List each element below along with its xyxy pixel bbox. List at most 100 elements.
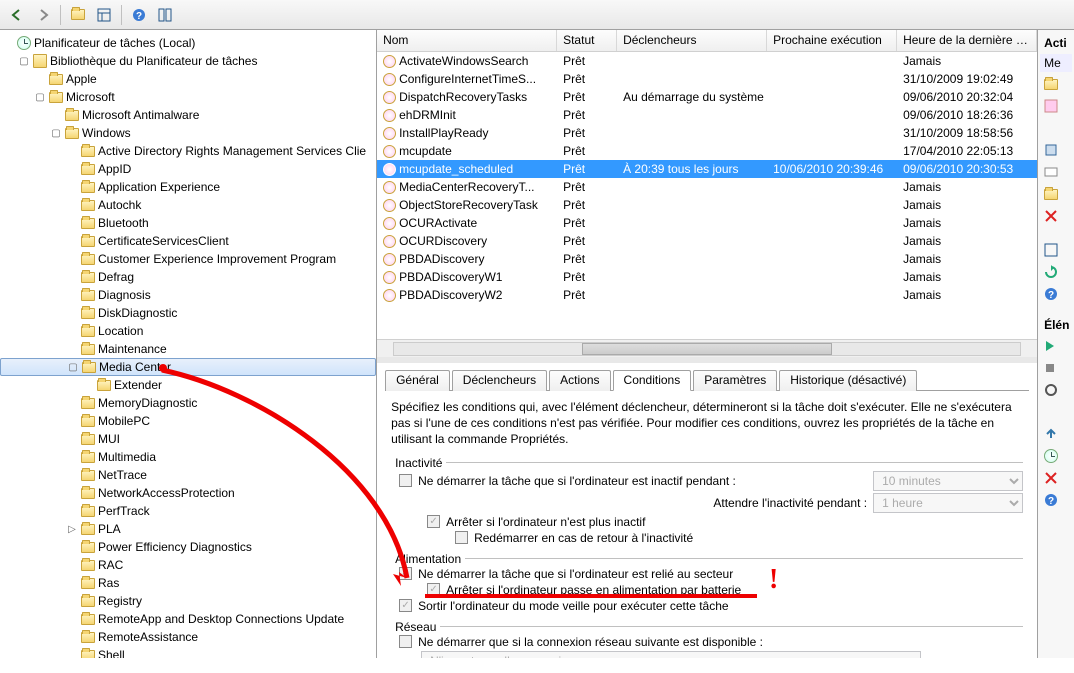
task-status: Prêt	[557, 125, 617, 141]
task-row[interactable]: InstallPlayReady Prêt 31/10/2009 18:58:5…	[377, 124, 1037, 142]
tree-item[interactable]: NetTrace	[0, 466, 376, 484]
tree-item[interactable]: Planificateur de tâches (Local)	[0, 34, 376, 52]
tree-item[interactable]: Apple	[0, 70, 376, 88]
help-button[interactable]: ?	[128, 4, 150, 26]
action-end[interactable]	[1040, 358, 1068, 378]
tree-item[interactable]: ▢ Media Center	[0, 358, 376, 376]
tree-item[interactable]: Ras	[0, 574, 376, 592]
action-export[interactable]	[1040, 424, 1068, 444]
action-disable[interactable]	[1040, 380, 1068, 400]
tree-item[interactable]: ▢ Microsoft	[0, 88, 376, 106]
checkbox-power-battery[interactable]	[427, 583, 440, 596]
tree-toggle[interactable]: ▷	[66, 524, 78, 535]
action-properties[interactable]	[1040, 446, 1068, 466]
tree-item[interactable]: Extender	[0, 376, 376, 394]
col-status[interactable]: Statut	[557, 30, 617, 51]
tree-item[interactable]: Defrag	[0, 268, 376, 286]
tree-pane[interactable]: Planificateur de tâches (Local) ▢ Biblio…	[0, 30, 377, 658]
tree-toggle[interactable]: ▢	[50, 128, 62, 139]
task-row[interactable]: ObjectStoreRecoveryTask Prêt Jamais	[377, 196, 1037, 214]
task-row[interactable]: PBDADiscoveryW2 Prêt Jamais	[377, 286, 1037, 304]
action-new-folder[interactable]	[1040, 184, 1068, 204]
tree-item[interactable]: MobilePC	[0, 412, 376, 430]
checkbox-power-ac[interactable]	[399, 567, 412, 580]
action-create[interactable]	[1040, 96, 1068, 116]
conditions-intro: Spécifiez les conditions qui, avec l'élé…	[391, 399, 1023, 448]
tree-item[interactable]: Application Experience	[0, 178, 376, 196]
action-import[interactable]	[1040, 140, 1068, 160]
tree-item[interactable]: Diagnosis	[0, 286, 376, 304]
col-name[interactable]: Nom	[377, 30, 557, 51]
action-view[interactable]	[1040, 240, 1068, 260]
tree-item[interactable]: Registry	[0, 592, 376, 610]
tree-item[interactable]: Maintenance	[0, 340, 376, 358]
tree-toggle[interactable]: ▢	[34, 92, 46, 103]
tree-item[interactable]: Shell	[0, 646, 376, 658]
checkbox-idle-start[interactable]	[399, 474, 412, 487]
checkbox-idle-restart[interactable]	[455, 531, 468, 544]
horizontal-scrollbar[interactable]	[377, 339, 1037, 357]
tree-item[interactable]: Multimedia	[0, 448, 376, 466]
tab-g-n-ral[interactable]: Général	[385, 370, 450, 391]
col-triggers[interactable]: Déclencheurs	[617, 30, 767, 51]
tree-item[interactable]: Bluetooth	[0, 214, 376, 232]
tree-item[interactable]: Microsoft Antimalware	[0, 106, 376, 124]
col-next[interactable]: Prochaine exécution	[767, 30, 897, 51]
tree-item[interactable]: MemoryDiagnostic	[0, 394, 376, 412]
checkbox-idle-stop[interactable]	[427, 515, 440, 528]
forward-button[interactable]	[32, 4, 54, 26]
task-row[interactable]: OCURDiscovery Prêt Jamais	[377, 232, 1037, 250]
task-row[interactable]: ActivateWindowsSearch Prêt Jamais	[377, 52, 1037, 70]
tree-item[interactable]: AppID	[0, 160, 376, 178]
tab-d-clencheurs[interactable]: Déclencheurs	[452, 370, 547, 391]
tree-item[interactable]: CertificateServicesClient	[0, 232, 376, 250]
panes-button[interactable]	[154, 4, 176, 26]
action-refresh[interactable]	[1040, 262, 1068, 282]
task-row[interactable]: OCURActivate Prêt Jamais	[377, 214, 1037, 232]
tree-item[interactable]: ▷ PLA	[0, 520, 376, 538]
action-delete[interactable]	[1040, 468, 1068, 488]
tree-item[interactable]: Active Directory Rights Management Servi…	[0, 142, 376, 160]
action-delete-folder[interactable]	[1040, 206, 1068, 226]
tree-item[interactable]: DiskDiagnostic	[0, 304, 376, 322]
tree-item[interactable]: Customer Experience Improvement Program	[0, 250, 376, 268]
task-row[interactable]: mcupdate_scheduled Prêt À 20:39 tous les…	[377, 160, 1037, 178]
tree-item[interactable]: Location	[0, 322, 376, 340]
task-list-body[interactable]: ActivateWindowsSearch Prêt Jamais Config…	[377, 52, 1037, 339]
up-button[interactable]	[67, 4, 89, 26]
tree-item[interactable]: Autochk	[0, 196, 376, 214]
task-row[interactable]: DispatchRecoveryTasks Prêt Au démarrage …	[377, 88, 1037, 106]
tree-item[interactable]: Power Efficiency Diagnostics	[0, 538, 376, 556]
task-row[interactable]: ehDRMInit Prêt 09/06/2010 18:26:36	[377, 106, 1037, 124]
checkbox-net-start[interactable]	[399, 635, 412, 648]
tab-historique-d-sactiv-[interactable]: Historique (désactivé)	[779, 370, 917, 391]
tree-item[interactable]: RAC	[0, 556, 376, 574]
action-display-running[interactable]	[1040, 162, 1068, 182]
task-row[interactable]: MediaCenterRecoveryT... Prêt Jamais	[377, 178, 1037, 196]
task-row[interactable]: ConfigureInternetTimeS... Prêt 31/10/200…	[377, 70, 1037, 88]
tree-item[interactable]: RemoteAssistance	[0, 628, 376, 646]
checkbox-power-wake[interactable]	[399, 599, 412, 612]
back-button[interactable]	[6, 4, 28, 26]
tree-label: Defrag	[98, 270, 134, 284]
col-last[interactable]: Heure de la dernière exé	[897, 30, 1037, 51]
tree-toggle[interactable]: ▢	[18, 56, 30, 67]
task-row[interactable]: PBDADiscoveryW1 Prêt Jamais	[377, 268, 1037, 286]
tree-toggle[interactable]: ▢	[67, 362, 79, 373]
tab-param-tres[interactable]: Paramètres	[693, 370, 777, 391]
tree-item[interactable]: NetworkAccessProtection	[0, 484, 376, 502]
views-button[interactable]	[93, 4, 115, 26]
action-create-basic[interactable]	[1040, 74, 1068, 94]
tree-item[interactable]: ▢ Windows	[0, 124, 376, 142]
action-help2[interactable]: ?	[1040, 490, 1068, 510]
task-row[interactable]: PBDADiscovery Prêt Jamais	[377, 250, 1037, 268]
action-help[interactable]: ?	[1040, 284, 1068, 304]
tab-conditions[interactable]: Conditions	[613, 370, 692, 391]
action-run[interactable]	[1040, 336, 1068, 356]
tab-actions[interactable]: Actions	[549, 370, 610, 391]
tree-item[interactable]: PerfTrack	[0, 502, 376, 520]
tree-item[interactable]: MUI	[0, 430, 376, 448]
task-row[interactable]: mcupdate Prêt 17/04/2010 22:05:13	[377, 142, 1037, 160]
tree-item[interactable]: ▢ Bibliothèque du Planificateur de tâche…	[0, 52, 376, 70]
tree-item[interactable]: RemoteApp and Desktop Connections Update	[0, 610, 376, 628]
